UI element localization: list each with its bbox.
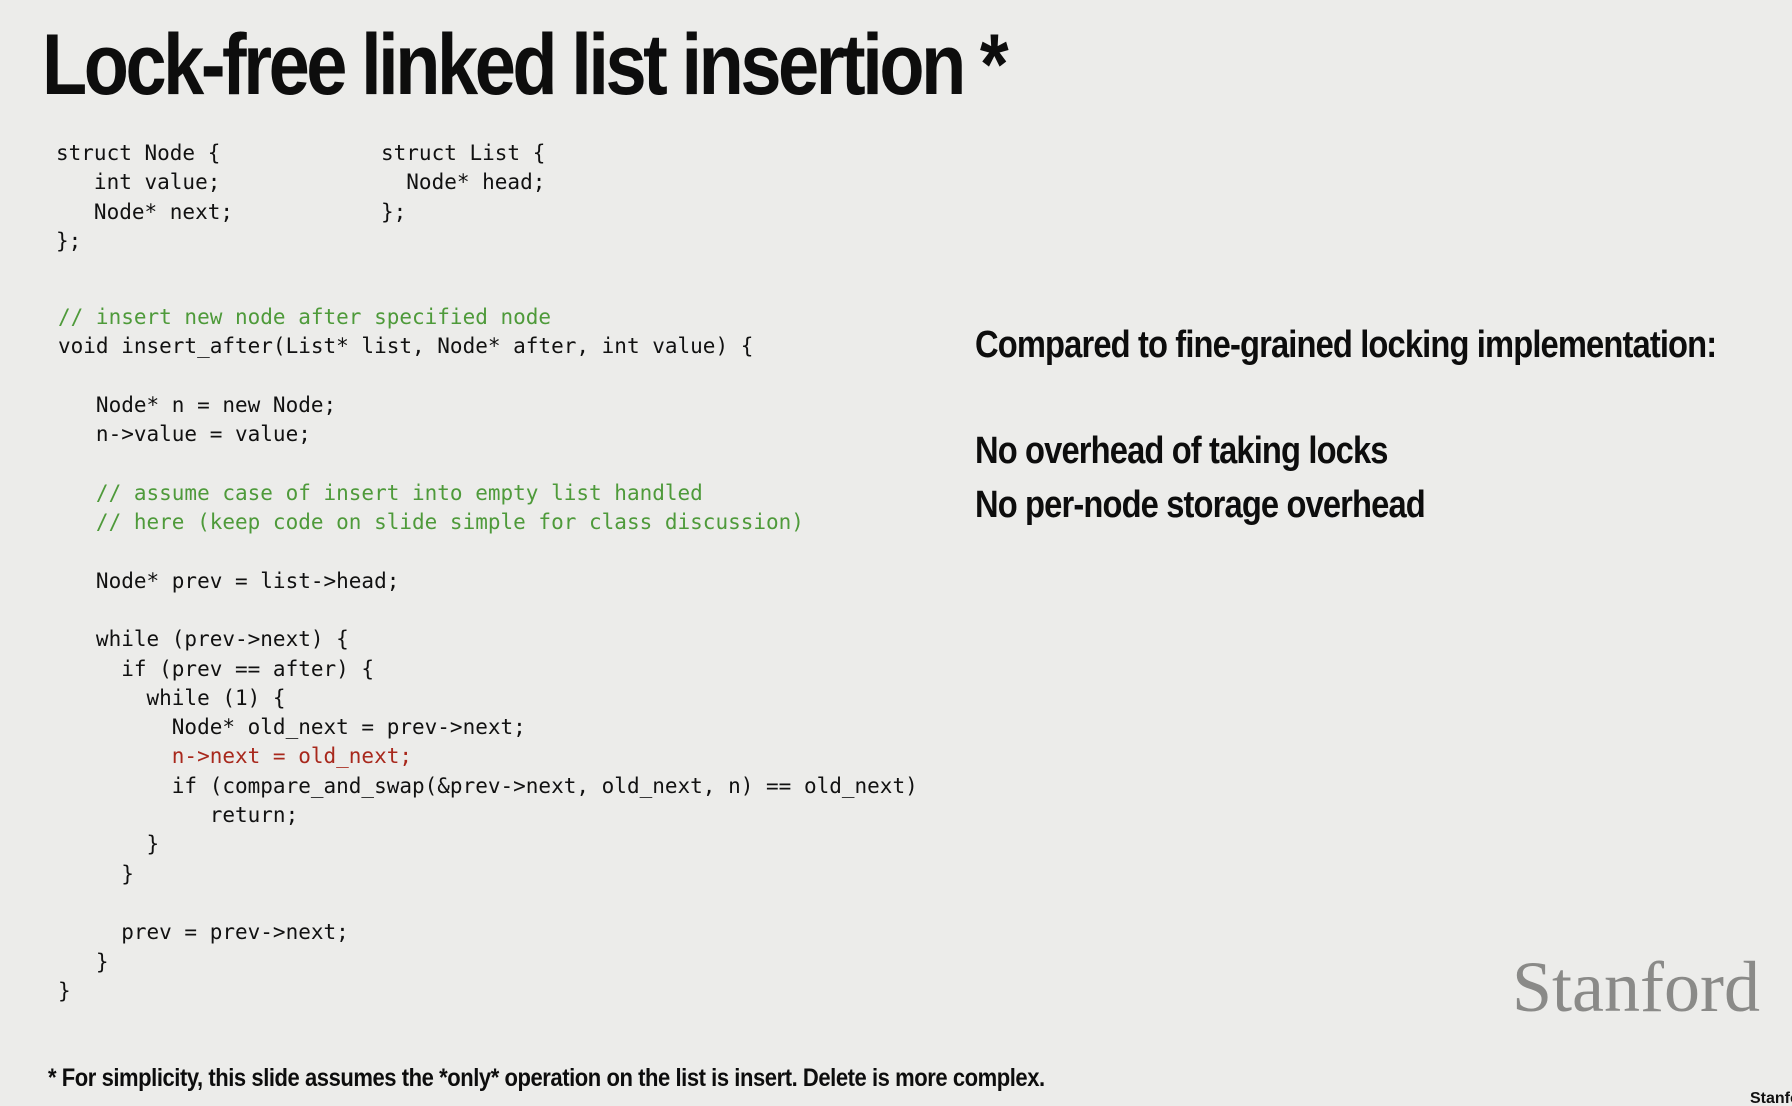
code-line: struct Node { <box>56 141 221 165</box>
code-line: if (prev == after) { <box>58 656 375 681</box>
code-line: n->value = value; <box>58 422 311 447</box>
corner-logo-text: Stanford <box>1750 1090 1792 1106</box>
code-comment-line: // assume case of insert into empty list… <box>58 480 703 505</box>
code-comment-line: // here (keep code on slide simple for c… <box>58 510 804 535</box>
code-line: Node* n = new Node; <box>58 392 337 417</box>
code-line: void insert_after(List* list, Node* afte… <box>58 334 754 359</box>
code-line: return; <box>58 803 299 828</box>
code-line: Node* head; <box>381 170 546 195</box>
struct-node-code: struct Node { int value; Node* next;}; <box>56 139 233 256</box>
code-line: while (1) { <box>58 685 286 710</box>
code-line: prev = prev->next; <box>58 920 349 945</box>
code-line: }; <box>381 199 407 224</box>
code-line: Node* prev = list->head; <box>58 568 400 593</box>
code-line: } <box>58 949 109 974</box>
code-line: struct List { <box>381 141 546 165</box>
insert-after-code: // insert new node after specified node v… <box>58 303 918 1006</box>
code-line: }; <box>56 228 82 253</box>
code-line: int value; <box>56 170 221 195</box>
slide-title: Lock-free linked list insertion * <box>42 17 1009 113</box>
code-line: if (compare_and_swap(&prev->next, old_ne… <box>58 773 918 798</box>
footnote: * For simplicity, this slide assumes the… <box>48 1064 1045 1092</box>
code-comment-line: // insert new node after specified node <box>58 305 552 329</box>
code-line: } <box>58 978 71 1003</box>
code-line: while (prev->next) { <box>58 627 349 652</box>
code-line: Node* next; <box>56 199 234 224</box>
code-line: } <box>58 832 160 857</box>
code-line: } <box>58 861 134 886</box>
stanford-logo: Stanford <box>1512 947 1760 1027</box>
slide: Lock-free linked list insertion * struct… <box>0 0 1792 1106</box>
code-line: n->next = old_next; <box>58 744 413 769</box>
comparison-point-locks: No overhead of taking locks <box>975 430 1388 472</box>
struct-list-code: struct List { Node* head;}; <box>381 139 545 227</box>
comparison-point-storage: No per-node storage overhead <box>975 484 1426 526</box>
comparison-heading: Compared to fine-grained locking impleme… <box>975 324 1717 366</box>
code-line: Node* old_next = prev->next; <box>58 715 526 740</box>
